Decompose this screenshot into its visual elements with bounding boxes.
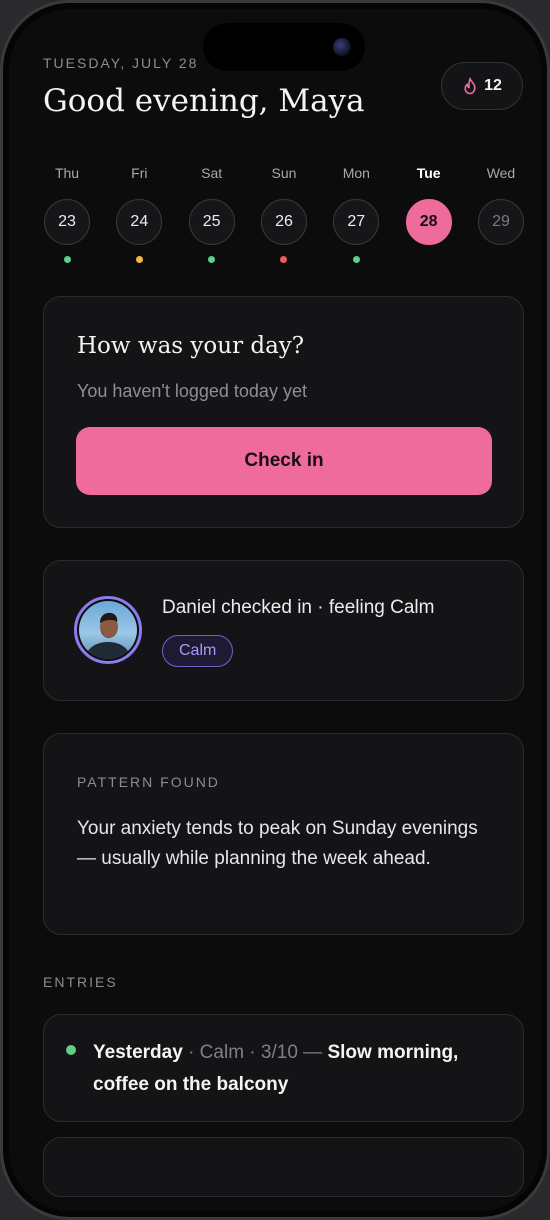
flame-icon (462, 77, 478, 95)
partner-mood-badge: Calm (162, 635, 234, 667)
mood-dot (497, 256, 504, 263)
day-name: Sun (271, 165, 297, 181)
day-name: Fri (131, 165, 148, 181)
streak-button[interactable]: 12 (441, 62, 523, 110)
day-date-button[interactable]: 28 (405, 199, 452, 245)
entry-card[interactable]: Yesterday · Calm · 3/10 — Slow morning, … (43, 1014, 524, 1122)
pattern-label: PATTERN FOUND (77, 774, 220, 790)
entry-text: Yesterday · Calm · 3/10 — Slow morning, … (93, 1037, 503, 1101)
date-label: TUESDAY, JULY 28 (43, 55, 199, 71)
avatar-photo (79, 601, 137, 659)
day-fri[interactable]: Fri 24 (115, 163, 163, 263)
mood-dot (135, 256, 143, 263)
day-name: Tue (416, 165, 441, 181)
streak-count: 12 (484, 77, 502, 94)
mood-dot (280, 256, 288, 263)
check-in-button[interactable]: Check in (76, 427, 492, 495)
mood-dot (352, 256, 360, 263)
week-strip: Thu 23 Fri 24 Sat 25 Sun 26 Mon 27 Tue 28 Wed 29 (43, 163, 525, 263)
checkin-subtitle: You haven't logged today yet (77, 381, 307, 401)
day-mon[interactable]: Mon 27 (332, 163, 380, 263)
mood-dot (63, 256, 71, 263)
pattern-card[interactable]: PATTERN FOUND Your anxiety tends to peak… (43, 733, 524, 935)
mood-dot (208, 256, 216, 263)
entries-section-title: ENTRIES (43, 974, 118, 990)
day-date-button[interactable]: 26 (260, 199, 307, 245)
day-name: Mon (342, 165, 370, 181)
phone-frame: TUESDAY, JULY 28 Good evening, Maya 12 T… (0, 0, 550, 1220)
greeting-title: Good evening, Maya (43, 83, 365, 119)
day-sat[interactable]: Sat 25 (188, 163, 236, 263)
avatar[interactable] (74, 596, 142, 664)
partner-status-text: Daniel checked in · feeling Calm (162, 597, 435, 618)
day-name: Thu (54, 165, 80, 181)
day-sun[interactable]: Sun 26 (260, 163, 308, 263)
day-name: Wed (486, 165, 516, 181)
pattern-text: Your anxiety tends to peak on Sunday eve… (77, 818, 478, 869)
day-wed[interactable]: Wed 29 (477, 163, 525, 263)
day-date-button[interactable]: 27 (333, 199, 380, 245)
camera-icon (333, 38, 351, 56)
entry-mood-dot (66, 1045, 76, 1055)
partner-card[interactable]: Daniel checked in · feeling Calm Calm (43, 560, 524, 701)
day-date-button[interactable]: 25 (188, 199, 235, 245)
day-thu[interactable]: Thu 23 (43, 163, 91, 263)
dynamic-island (203, 23, 365, 71)
entry-date: Yesterday (93, 1042, 183, 1063)
checkin-title: How was your day? (77, 333, 305, 359)
day-tue[interactable]: Tue 28 (405, 163, 453, 263)
checkin-card: How was your day? You haven't logged tod… (43, 296, 524, 528)
day-date-button[interactable]: 24 (116, 199, 163, 245)
entry-mood-meta: · Calm · 3/10 — (182, 1042, 328, 1063)
day-date-button[interactable]: 29 (477, 199, 524, 245)
day-name: Sat (201, 165, 223, 181)
entry-card-next[interactable] (43, 1137, 524, 1197)
mood-dot (425, 256, 432, 263)
day-date-button[interactable]: 23 (44, 199, 90, 245)
